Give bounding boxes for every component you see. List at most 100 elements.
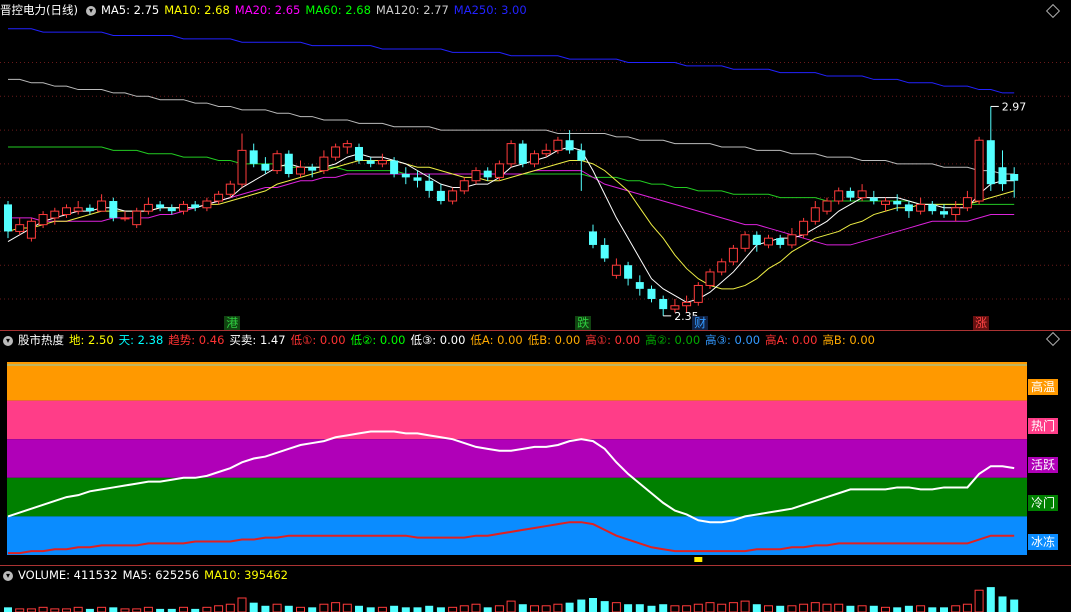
volume-bar	[342, 603, 352, 612]
volume-bar	[705, 602, 715, 612]
volume-bar	[951, 605, 961, 612]
candle-body	[120, 217, 130, 220]
candle-body	[682, 301, 692, 307]
candle-body	[483, 170, 492, 178]
volume-bar	[659, 604, 668, 612]
ma-legend-item-1: MA10: 2.68	[164, 3, 230, 17]
ma-line-ma5	[7, 146, 1015, 303]
candle-body	[459, 180, 469, 192]
candle-body	[647, 288, 656, 299]
signal-gang[interactable]: 港	[224, 316, 241, 331]
volume-legend-item-0: VOLUME: 411532	[18, 568, 118, 582]
volume-bar	[881, 606, 890, 612]
candle-body	[530, 153, 539, 165]
volume-bar	[425, 605, 434, 612]
volume-bar	[97, 606, 107, 612]
volume-bar	[635, 604, 644, 612]
volume-header: ▾ VOLUME: 411532 MA5: 625256 MA10: 395462	[0, 566, 298, 584]
candle-body	[308, 167, 317, 171]
volume-bar	[893, 607, 902, 612]
candle-body	[109, 201, 118, 218]
candle-body	[436, 190, 445, 202]
candle-body	[799, 220, 809, 236]
candle-body	[50, 210, 60, 219]
volume-bar	[237, 597, 247, 612]
candle-body	[471, 170, 481, 182]
heat-zone-band	[7, 362, 1027, 401]
heat-legend-item-3: 买卖: 1.47	[229, 333, 286, 347]
heat-chart[interactable]	[0, 362, 1071, 562]
candle-body	[401, 174, 410, 178]
ma-line-ma10	[7, 159, 1015, 290]
volume-bar	[869, 605, 878, 612]
heat-legend-item-10: 高②: 0.00	[645, 333, 701, 347]
candle-body	[377, 159, 387, 165]
candle-body	[846, 190, 855, 198]
candle-body	[904, 204, 913, 212]
candle-body	[319, 156, 329, 172]
candle-body	[261, 163, 270, 171]
volume-bar	[366, 607, 375, 612]
candle-body	[202, 200, 212, 209]
candle-body	[518, 143, 527, 164]
candle-body	[1010, 174, 1019, 181]
volume-bar	[940, 607, 948, 612]
candle-body	[331, 146, 341, 158]
volume-chart[interactable]	[0, 584, 1071, 612]
volume-bar	[179, 606, 188, 612]
volume-bar	[401, 607, 410, 612]
heat-legend-item-0: 地: 2.50	[69, 333, 114, 347]
candle-body	[4, 204, 12, 232]
candle-body	[893, 201, 902, 205]
volume-bar	[717, 603, 727, 612]
volume-bar	[413, 607, 422, 612]
candle-body	[494, 163, 504, 178]
volume-bar	[308, 607, 317, 612]
signal-die[interactable]: 跌	[575, 316, 592, 331]
chevron-down-icon[interactable]: ▾	[85, 5, 96, 16]
price-chart[interactable]: 2.972.35	[0, 18, 1071, 330]
heat-legend-item-2: 趋势: 0.46	[168, 333, 225, 347]
chevron-down-icon[interactable]: ▾	[3, 570, 13, 581]
volume-bar	[202, 606, 212, 612]
stock-title[interactable]: 晋控电力	[0, 3, 46, 17]
volume-bar	[916, 605, 926, 612]
candle-body	[951, 207, 961, 216]
heat-legend-item-12: 高A: 0.00	[765, 333, 818, 347]
candle-body	[869, 197, 878, 202]
volume-bar	[38, 606, 48, 612]
heat-legend-item-11: 高③: 0.00	[705, 333, 761, 347]
ma-legend: MA5: 2.75 MA10: 2.68 MA20: 2.65 MA60: 2.68 M…	[101, 3, 532, 17]
chevron-down-icon[interactable]: ▾	[3, 335, 13, 346]
period-label[interactable]: (日线)	[46, 3, 78, 17]
volume-bar	[904, 605, 913, 612]
heat-legend-item-8: 低B: 0.00	[527, 333, 581, 347]
volume-bar	[974, 589, 984, 612]
volume-bar	[986, 587, 995, 612]
signal-zhang[interactable]: 涨	[973, 316, 990, 331]
volume-bar	[822, 603, 832, 612]
high-price-label: 2.97	[1002, 100, 1027, 113]
candle-body	[577, 150, 586, 161]
diamond-icon[interactable]	[1045, 3, 1061, 19]
signal-cai[interactable]: 财	[692, 316, 709, 331]
volume-legend: VOLUME: 411532 MA5: 625256 MA10: 395462	[18, 568, 293, 582]
diamond-icon[interactable]	[1045, 331, 1061, 347]
heat-title[interactable]: 股市热度	[18, 333, 64, 347]
volume-bar	[1010, 599, 1019, 612]
volume-bar	[225, 603, 235, 612]
candle-body	[752, 234, 761, 245]
zone-label-active: 活跃	[1028, 456, 1059, 473]
ma-legend-item-3: MA60: 2.68	[305, 3, 371, 17]
candle-body	[974, 139, 984, 202]
volume-bar	[928, 607, 937, 612]
volume-bar	[459, 605, 469, 612]
candle-body	[787, 234, 797, 246]
candle-body	[928, 204, 937, 212]
candle-body	[179, 203, 188, 212]
volume-bar	[296, 606, 305, 612]
candle-body	[962, 197, 972, 209]
candle-body	[834, 190, 844, 202]
zone-label-hot: 高温	[1028, 379, 1059, 396]
candle-body	[167, 207, 176, 212]
